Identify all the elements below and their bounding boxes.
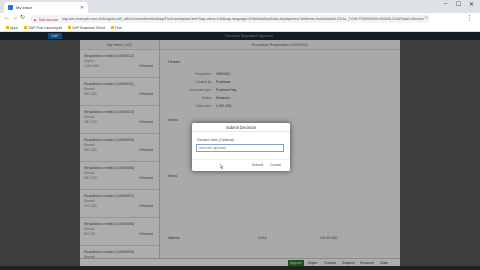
minimize-icon[interactable]: –: [444, 1, 447, 7]
apps-icon: [6, 26, 9, 29]
decision-note-input[interactable]: [196, 144, 284, 152]
os-taskbar: [0, 266, 480, 270]
warning-icon: ▲: [33, 16, 37, 22]
dialog-title: Submit Decision: [192, 123, 290, 132]
forward-icon[interactable]: →: [12, 15, 18, 21]
bookmark-item[interactable]: Apps: [6, 26, 18, 30]
submit-decision-dialog: Submit Decision Decision Note (Optional)…: [192, 123, 290, 171]
decision-note-label: Decision Note (Optional): [197, 138, 234, 142]
dialog-footer: Submit Cancel: [192, 159, 290, 171]
bookmark-icon: [111, 26, 115, 29]
submit-button[interactable]: Submit: [252, 163, 263, 167]
tab-title: My Inbox: [16, 5, 33, 10]
browser-tab-bar: My Inbox ✕ – ☐ ✕: [0, 0, 480, 13]
bookmark-item[interactable]: SAP Business Client: [68, 26, 105, 30]
bookmarks-bar: Apps SAP Fiori Launchpad SAP Business Cl…: [0, 24, 480, 32]
cancel-button[interactable]: Cancel: [270, 163, 281, 167]
reload-icon[interactable]: ↻: [20, 15, 25, 21]
back-icon[interactable]: ←: [4, 15, 10, 21]
bookmark-icon: [24, 26, 28, 29]
tab-favicon-icon: [8, 5, 13, 10]
insecure-label: Not secure: [38, 16, 59, 22]
mouse-cursor-icon: [220, 164, 224, 169]
bookmark-item[interactable]: SAP Fiori Launchpad: [24, 26, 62, 30]
tab-close-icon[interactable]: ✕: [80, 5, 84, 11]
browser-toolbar: ← → ↻ ▲ Not secure sap-dev.example.com:4…: [0, 13, 480, 24]
url-text: sap-dev.example.com:443/sap/bc/ui5_ui5/u…: [62, 17, 424, 21]
bookmark-star-icon[interactable]: ☆: [424, 15, 428, 21]
bookmark-icon: [68, 26, 72, 29]
address-bar[interactable]: ▲ Not secure sap-dev.example.com:443/sap…: [30, 15, 430, 23]
maximize-icon[interactable]: ☐: [456, 1, 461, 8]
window-close-icon[interactable]: ✕: [469, 1, 474, 8]
browser-tab[interactable]: My Inbox ✕: [4, 2, 88, 13]
bookmark-item[interactable]: Fiori: [111, 26, 122, 30]
browser-menu-icon[interactable]: ⋮: [466, 14, 473, 22]
